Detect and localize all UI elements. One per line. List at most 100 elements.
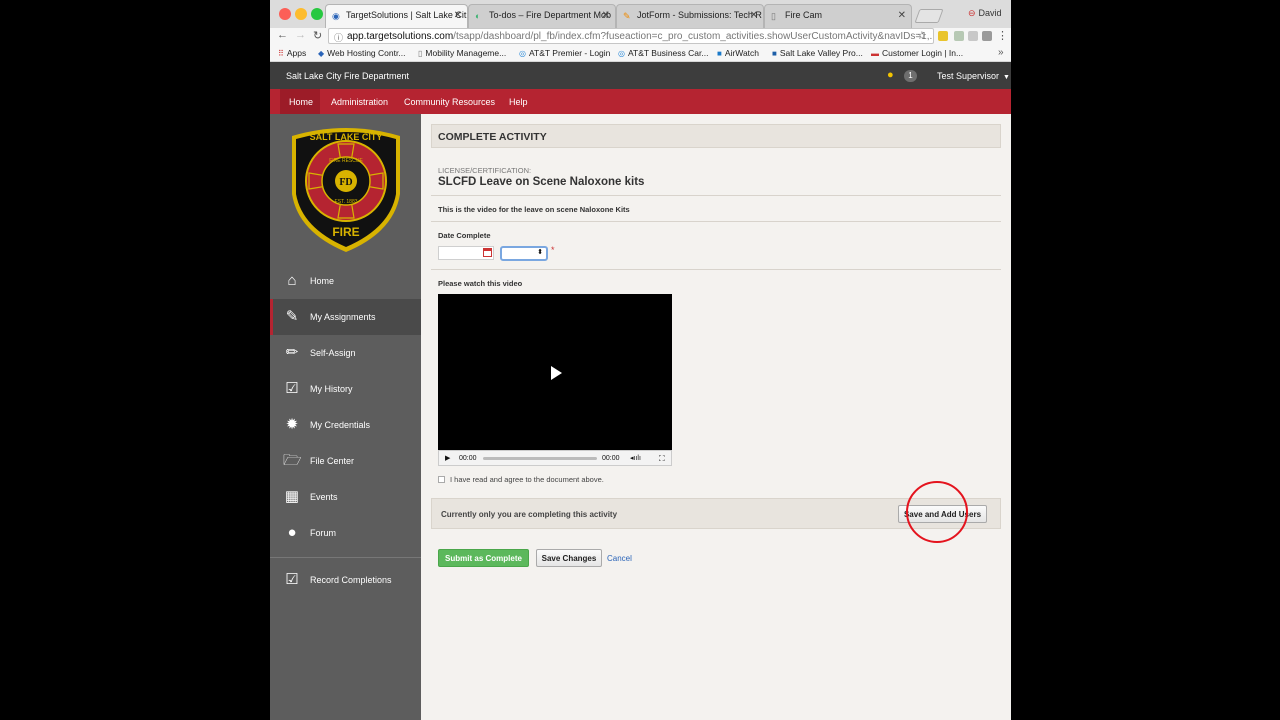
fullscreen-icon[interactable]: ⛶	[659, 454, 665, 464]
select-arrows-icon: ⬍	[537, 249, 543, 256]
extension-icon[interactable]	[954, 31, 964, 41]
cancel-link[interactable]: Cancel	[607, 554, 632, 563]
profile-button[interactable]: ⊖ David	[968, 8, 1002, 19]
sidebar-item-self-assign[interactable]: ✏ Self-Assign	[270, 335, 421, 371]
volume-icon[interactable]: ◂ıılı	[630, 454, 641, 462]
att-globe-icon: ◎	[519, 49, 526, 58]
sidebar-item-label: My Credentials	[310, 420, 371, 430]
divider	[431, 221, 1001, 222]
sidebar-item-events[interactable]: ▦ Events	[270, 479, 421, 515]
bookmark-customer-login[interactable]: ▬ Customer Login | In...	[871, 48, 963, 58]
close-icon[interactable]: ✕	[602, 10, 610, 21]
sidebar-item-my-credentials[interactable]: ✹ My Credentials	[270, 407, 421, 443]
agree-checkbox-row[interactable]: I have read and agree to the document ab…	[438, 475, 604, 484]
bookmark-star-icon[interactable]: ☆	[917, 29, 927, 42]
extension-icon[interactable]	[968, 31, 978, 41]
extension-icon[interactable]	[982, 31, 992, 41]
sidebar: FD FIRE RESCUE EST. 1883 SALT LAKE CITY …	[270, 114, 421, 720]
bookmark-web-hosting[interactable]: ◆ Web Hosting Contr...	[318, 48, 405, 58]
tab-targetsolutions[interactable]: ◉ TargetSolutions | Salt Lake Cit ✕	[325, 4, 468, 28]
bookmark-salt-lake-valley[interactable]: ■ Salt Lake Valley Pro...	[772, 48, 863, 58]
page-title: COMPLETE ACTIVITY	[438, 131, 547, 143]
calendar-icon[interactable]	[483, 248, 492, 257]
sidebar-divider	[270, 557, 421, 558]
reload-icon[interactable]: ↻	[313, 29, 322, 42]
user-menu[interactable]: Test Supervisor ▼	[937, 71, 1010, 81]
edit-icon: ✎	[285, 308, 299, 325]
annotation-circle	[906, 481, 968, 543]
bookmark-airwatch[interactable]: ■ AirWatch	[717, 48, 759, 58]
sidebar-item-label: Home	[310, 276, 335, 286]
agree-checkbox[interactable]	[438, 476, 445, 483]
sidebar-item-label: Events	[310, 492, 338, 502]
close-window-button[interactable]	[279, 8, 291, 20]
notification-count[interactable]: 1	[904, 70, 917, 82]
bookmarks-bar: ⠿ Apps ◆ Web Hosting Contr... ▯ Mobility Ma…	[270, 45, 1011, 62]
divider	[431, 269, 1001, 270]
apps-grid-icon: ⠿	[278, 49, 284, 58]
maximize-window-button[interactable]	[311, 8, 323, 20]
att-globe-icon: ◎	[618, 49, 625, 58]
doc-favicon-icon: ▯	[771, 11, 776, 21]
nav-home[interactable]: Home	[280, 89, 320, 114]
folder-icon: 🗁	[283, 452, 302, 469]
play-icon[interactable]	[551, 366, 562, 380]
browser-window: ◉ TargetSolutions | Salt Lake Cit ✕ ◐ To…	[270, 0, 1011, 720]
bookmark-apps[interactable]: ⠿ Apps	[278, 48, 306, 58]
sidebar-item-my-history[interactable]: ☑ My History	[270, 371, 421, 407]
extension-icon[interactable]	[938, 31, 948, 41]
forward-arrow-icon[interactable]: →	[295, 29, 306, 41]
bookmark-label: Salt Lake Valley Pro...	[779, 48, 863, 58]
button-label: Submit as Complete	[445, 554, 522, 563]
close-icon[interactable]: ✕	[454, 10, 462, 21]
video-player[interactable]: ▶ 00:00 00:00 ◂ıılı ⛶	[438, 294, 672, 466]
time-select[interactable]: ⬍	[500, 246, 548, 261]
page-info-icon: ⓘ	[334, 33, 344, 43]
browser-toolbar: ← → ↻ ⓘ app.targetsolutions.com/tsapp/da…	[270, 28, 1011, 45]
completing-info-text: Currently only you are completing this a…	[441, 510, 618, 519]
more-bookmarks-icon[interactable]: »	[998, 47, 1004, 58]
bookmark-label: AT&T Business Car...	[627, 48, 709, 58]
nav-administration[interactable]: Administration	[331, 89, 388, 114]
nav-help[interactable]: Help	[509, 89, 528, 114]
badge-ring-text: FIRE RESCUE	[329, 158, 363, 164]
nav-community-resources[interactable]: Community Resources	[404, 89, 495, 114]
badge-est-text: EST. 1883	[334, 199, 357, 205]
seek-bar[interactable]	[483, 457, 597, 460]
bookmark-mobility[interactable]: ▯ Mobility Manageme...	[418, 48, 506, 58]
user-alert-icon[interactable]: ●	[887, 69, 894, 81]
current-time: 00:00	[459, 455, 477, 462]
checkbox-icon: ☑	[285, 571, 299, 588]
sidebar-item-label: My Assignments	[310, 312, 376, 322]
address-bar[interactable]: ⓘ app.targetsolutions.com/tsapp/dashboar…	[328, 28, 934, 44]
submit-complete-button[interactable]: Submit as Complete	[438, 549, 529, 567]
pencil-icon: ✏	[285, 344, 299, 361]
bookmark-label: AirWatch	[724, 48, 760, 58]
calendar-icon: ▦	[284, 488, 300, 505]
bookmark-att-premier[interactable]: ◎ AT&T Premier - Login	[519, 48, 610, 58]
bookmark-att-business[interactable]: ◎ AT&T Business Car...	[618, 48, 708, 58]
bookmark-label: Mobility Manageme...	[425, 48, 507, 58]
app-header: Salt Lake City Fire Department ● 1 Test …	[270, 62, 1011, 89]
sidebar-item-my-assignments[interactable]: ✎ My Assignments	[270, 299, 421, 335]
back-arrow-icon[interactable]: ←	[277, 29, 288, 41]
sidebar-item-record-completions[interactable]: ☑ Record Completions	[270, 562, 421, 598]
url-path: /tsapp/dashboard/pl_fb/index.cfm?fuseact…	[453, 31, 934, 42]
tab-fire-cam[interactable]: ▯ Fire Cam ✕	[764, 4, 912, 28]
main-content: COMPLETE ACTIVITY LICENSE/CERTIFICATION:…	[421, 114, 1011, 720]
minimize-window-button[interactable]	[295, 8, 307, 20]
sidebar-item-file-center[interactable]: 🗁 File Center	[270, 443, 421, 479]
home-icon: ⌂	[287, 272, 297, 289]
tab-jotform[interactable]: ✎ JotForm - Submissions: Tech R ✕	[616, 4, 764, 28]
tab-todos[interactable]: ◐ To-dos – Fire Department Mob ✕	[468, 4, 616, 28]
play-button-icon[interactable]: ▶	[445, 454, 450, 462]
close-icon[interactable]: ✕	[750, 10, 758, 21]
sidebar-item-forum[interactable]: ● Forum	[270, 515, 421, 551]
sidebar-item-home[interactable]: ⌂ Home	[270, 263, 421, 299]
badge-bottom-text: FIRE	[332, 225, 359, 239]
menu-kebab-icon[interactable]: ⋮	[997, 29, 1008, 42]
save-changes-button[interactable]: Save Changes	[536, 549, 602, 567]
new-tab-button[interactable]	[914, 9, 944, 23]
badge-top-text: SALT LAKE CITY	[310, 132, 383, 142]
close-icon[interactable]: ✕	[898, 10, 906, 21]
